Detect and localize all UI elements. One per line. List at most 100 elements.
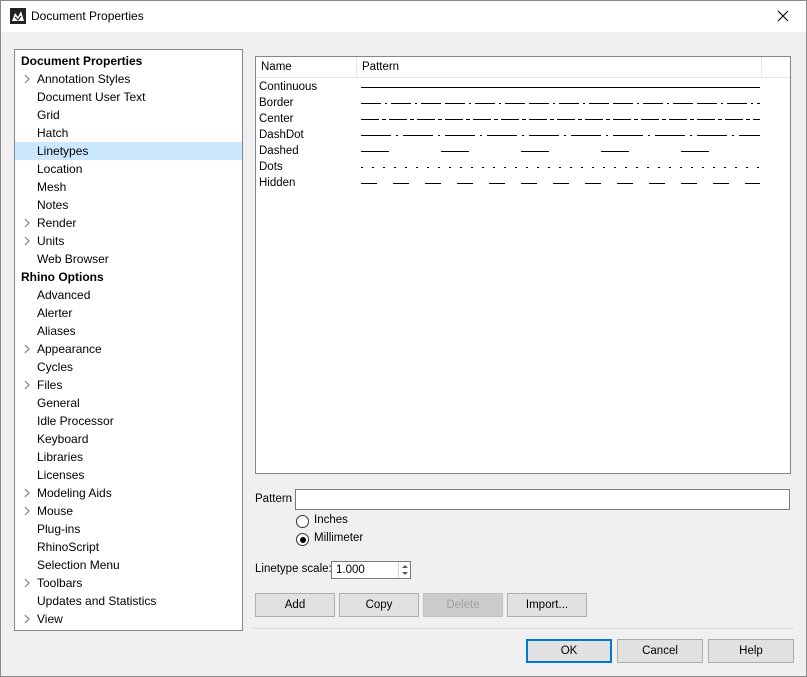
tree-item-label: Web Browser — [37, 252, 109, 266]
tree-item-label: Render — [37, 216, 77, 230]
tree-item-hatch[interactable]: Hatch — [15, 124, 242, 142]
tree-item-modeling-aids[interactable]: Modeling Aids — [15, 484, 242, 502]
linetype-row[interactable]: Continuous — [256, 79, 790, 95]
chevron-right-icon[interactable] — [22, 344, 32, 354]
linetype-row[interactable]: DashDot — [256, 127, 790, 143]
tree-item-label: Keyboard — [37, 432, 89, 446]
pattern-input[interactable] — [295, 489, 790, 510]
chevron-right-icon[interactable] — [22, 488, 32, 498]
linetype-pattern-preview — [361, 183, 760, 184]
tree-item-label: General — [37, 396, 80, 410]
spin-down-icon — [402, 572, 408, 575]
linetype-row[interactable]: Dashed — [256, 143, 790, 159]
tree-item-general[interactable]: General — [15, 394, 242, 412]
copy-button[interactable]: Copy — [339, 593, 419, 617]
linetype-name: Center — [259, 113, 294, 125]
tree-item-keyboard[interactable]: Keyboard — [15, 430, 242, 448]
close-button[interactable] — [760, 1, 806, 31]
inches-radio[interactable] — [296, 515, 309, 528]
linetype-pattern-preview — [361, 135, 760, 136]
tree-item-notes[interactable]: Notes — [15, 196, 242, 214]
tree-item-view[interactable]: View — [15, 610, 242, 628]
linetype-pattern-preview — [361, 119, 760, 120]
options-tree[interactable]: Document Properties Annotation Styles Docu… — [14, 49, 243, 631]
ok-button[interactable]: OK — [526, 639, 612, 663]
chevron-right-icon[interactable] — [22, 578, 32, 588]
tree-item-selection-menu[interactable]: Selection Menu — [15, 556, 242, 574]
tree-item-files[interactable]: Files — [15, 376, 242, 394]
tree-item-annotation-styles[interactable]: Annotation Styles — [15, 70, 242, 88]
tree-item-plug-ins[interactable]: Plug-ins — [15, 520, 242, 538]
spinner-arrows[interactable] — [398, 562, 410, 578]
chevron-right-icon[interactable] — [22, 74, 32, 84]
linetype-pattern-preview — [361, 167, 759, 168]
millimeter-radio[interactable] — [296, 533, 309, 546]
linetype-name: Border — [259, 97, 294, 109]
tree-item-label: Updates and Statistics — [37, 594, 157, 608]
column-header-name[interactable]: Name — [256, 57, 357, 78]
separator — [251, 628, 794, 629]
tree-item-label: Annotation Styles — [37, 72, 131, 86]
linetype-row[interactable]: Center — [256, 111, 790, 127]
linetype-name: Hidden — [259, 177, 296, 189]
linetype-row[interactable]: Hidden — [256, 175, 790, 191]
inches-label: Inches — [314, 514, 348, 526]
rhino-app-icon — [10, 8, 26, 24]
tree-item-units[interactable]: Units — [15, 232, 242, 250]
linetype-list[interactable]: Name Pattern Continuous Border Center DashD… — [255, 56, 791, 474]
linetype-row[interactable]: Border — [256, 95, 790, 111]
tree-item-idle-processor[interactable]: Idle Processor — [15, 412, 242, 430]
list-header: Name Pattern — [256, 57, 790, 78]
tree-item-mouse[interactable]: Mouse — [15, 502, 242, 520]
tree-item-web-browser[interactable]: Web Browser — [15, 250, 242, 268]
chevron-right-icon[interactable] — [22, 614, 32, 624]
tree-item-mesh[interactable]: Mesh — [15, 178, 242, 196]
tree-item-label: Linetypes — [37, 144, 89, 158]
tree-item-render[interactable]: Render — [15, 214, 242, 232]
linetype-name: Continuous — [259, 81, 318, 93]
chevron-right-icon[interactable] — [22, 218, 32, 228]
tree-item-licenses[interactable]: Licenses — [15, 466, 242, 484]
tree-item-advanced[interactable]: Advanced — [15, 286, 242, 304]
tree-item-location[interactable]: Location — [15, 160, 242, 178]
tree-item-toolbars[interactable]: Toolbars — [15, 574, 242, 592]
tree-item-document-properties[interactable]: Document Properties — [15, 52, 242, 70]
tree-item-label: Location — [37, 162, 83, 176]
spin-up-icon — [402, 565, 408, 568]
tree-item-updates-and-statistics[interactable]: Updates and Statistics — [15, 592, 242, 610]
chevron-right-icon[interactable] — [22, 506, 32, 516]
tree-item-label: Notes — [37, 198, 69, 212]
import-button[interactable]: Import... — [507, 593, 587, 617]
tree-item-document-user-text[interactable]: Document User Text — [15, 88, 242, 106]
tree-item-rhino-options[interactable]: Rhino Options — [15, 268, 242, 286]
add-button[interactable]: Add — [255, 593, 335, 617]
cancel-button[interactable]: Cancel — [617, 639, 703, 663]
linetype-name: Dots — [259, 161, 283, 173]
tree-item-label: Units — [37, 234, 65, 248]
delete-button[interactable]: Delete — [423, 593, 503, 617]
tree-item-label: Grid — [37, 108, 60, 122]
tree-item-label: Hatch — [37, 126, 69, 140]
linetype-scale-value: 1.000 — [336, 564, 365, 576]
close-icon — [777, 10, 789, 22]
column-header-pattern[interactable]: Pattern — [357, 57, 762, 78]
tree-item-alerter[interactable]: Alerter — [15, 304, 242, 322]
tree-item-cycles[interactable]: Cycles — [15, 358, 242, 376]
tree-item-label: Mouse — [37, 504, 74, 518]
chevron-right-icon[interactable] — [22, 236, 32, 246]
tree-item-rhinoscript[interactable]: RhinoScript — [15, 538, 242, 556]
tree-item-label: Licenses — [37, 468, 85, 482]
tree-item-aliases[interactable]: Aliases — [15, 322, 242, 340]
linetype-row[interactable]: Dots — [256, 159, 790, 175]
tree-item-grid[interactable]: Grid — [15, 106, 242, 124]
tree-item-label: Cycles — [37, 360, 74, 374]
linetype-scale-spinner[interactable]: 1.000 — [331, 561, 411, 579]
tree-item-appearance[interactable]: Appearance — [15, 340, 242, 358]
tree-item-linetypes[interactable]: Linetypes — [15, 142, 242, 160]
tree-item-label: Advanced — [37, 288, 91, 302]
tree-item-label: Rhino Options — [21, 270, 104, 284]
help-button[interactable]: Help — [708, 639, 794, 663]
chevron-right-icon[interactable] — [22, 380, 32, 390]
document-properties-window: Document Properties Document Properties A… — [0, 0, 807, 677]
tree-item-libraries[interactable]: Libraries — [15, 448, 242, 466]
